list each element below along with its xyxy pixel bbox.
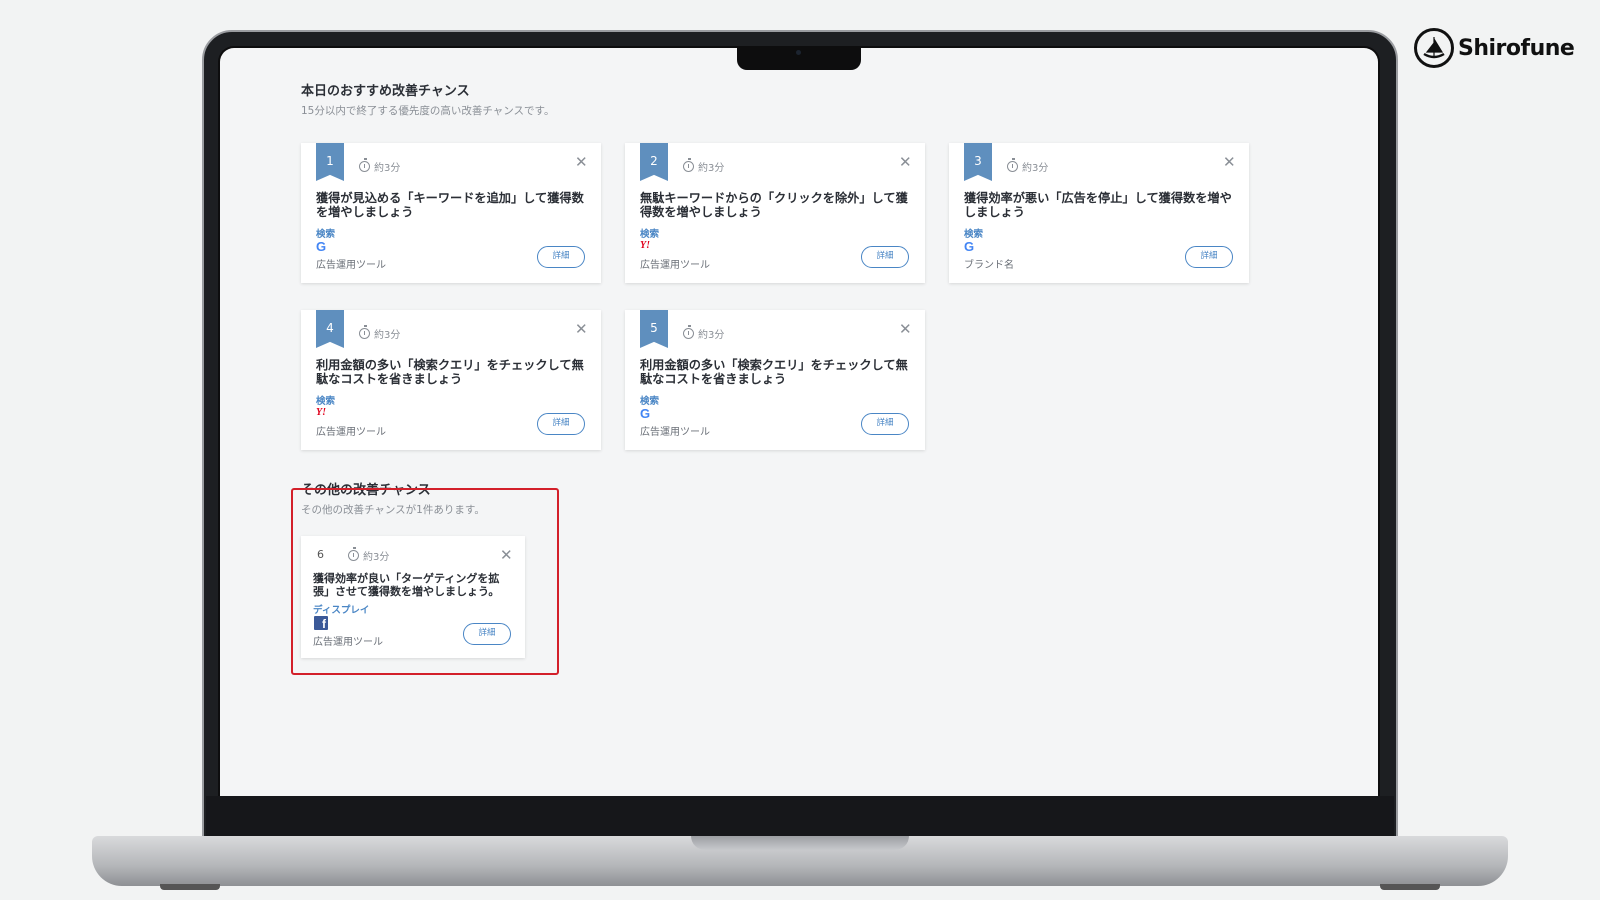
laptop-foot-left — [160, 884, 220, 890]
time-estimate: 約3分 — [359, 325, 401, 341]
category-label: 検索 — [640, 229, 660, 240]
yahoo-icon: Y! — [640, 240, 650, 251]
rank-ribbon: 3 — [964, 143, 992, 181]
google-icon: G — [964, 239, 975, 254]
card-title-line-1: 無駄キーワードからの「クリックを除外」して獲 — [640, 191, 908, 205]
close-icon[interactable]: ✕ — [1223, 155, 1236, 170]
laptop-foot-right — [1380, 884, 1440, 890]
card-title-line-1: 利用金額の多い「検索クエリ」をチェックして無 — [640, 358, 908, 372]
close-icon[interactable]: ✕ — [899, 322, 912, 337]
card-title-line-1: 利用金額の多い「検索クエリ」をチェックして無 — [316, 358, 584, 372]
google-icon: G — [316, 239, 327, 254]
stopwatch-icon — [1007, 158, 1018, 172]
opportunity-card-2[interactable]: 2 約3分 ✕ 無駄キーワードからの「クリックを除外」して獲 得数を増やしましょう… — [625, 143, 925, 283]
tool-label: ブランド名 — [964, 260, 1014, 271]
rank-ribbon: 1 — [316, 143, 344, 181]
card-title: 無駄キーワードからの「クリックを除外」して獲 得数を増やしましょう — [640, 191, 908, 219]
rank-ribbon: 2 — [640, 143, 668, 181]
brand-logo: Shirofune — [1414, 28, 1575, 68]
card-title: 利用金額の多い「検索クエリ」をチェックして無 駄なコストを省きましょう — [640, 358, 908, 386]
detail-button[interactable]: 詳細 — [861, 413, 909, 435]
stopwatch-icon — [359, 325, 370, 339]
opportunity-card-4[interactable]: 4 約3分 ✕ 利用金額の多い「検索クエリ」をチェックして無 駄なコストを省きまし… — [301, 310, 601, 450]
rank-ribbon: 4 — [316, 310, 344, 348]
card-title-line-2: 駄なコストを省きましょう — [640, 372, 787, 386]
opportunity-card-1[interactable]: 1 約3分 ✕ 獲得が見込める「キーワードを追加」して獲得数 を増やしましょう 検… — [301, 143, 601, 283]
card-title-line-1: 獲得効率が悪い「広告を停止」して獲得数を増や — [964, 191, 1232, 205]
time-estimate-label: 約3分 — [1022, 163, 1049, 174]
detail-button[interactable]: 詳細 — [537, 246, 585, 268]
detail-button[interactable]: 詳細 — [1185, 246, 1233, 268]
close-icon[interactable]: ✕ — [575, 155, 588, 170]
detail-button[interactable]: 詳細 — [861, 246, 909, 268]
tool-label: 広告運用ツール — [640, 427, 710, 438]
today-section-subtitle: 15分以内で終了する優先度の高い改善チャンスです。 — [301, 105, 555, 117]
brand-name: Shirofune — [1458, 35, 1575, 61]
card-title: 利用金額の多い「検索クエリ」をチェックして無 駄なコストを省きましょう — [316, 358, 584, 386]
time-estimate: 約3分 — [1007, 158, 1049, 174]
stopwatch-icon — [359, 158, 370, 172]
card-title-line-2: を増やしましょう — [316, 205, 414, 219]
card-title-line-2: 得数を増やしましょう — [640, 205, 762, 219]
time-estimate: 約3分 — [683, 325, 725, 341]
rank-ribbon: 5 — [640, 310, 668, 348]
time-estimate-label: 約3分 — [698, 163, 725, 174]
close-icon[interactable]: ✕ — [575, 322, 588, 337]
app-screen: 本日のおすすめ改善チャンス 15分以内で終了する優先度の高い改善チャンスです。 … — [220, 48, 1378, 796]
opportunity-card-3[interactable]: 3 約3分 ✕ 獲得効率が悪い「広告を停止」して獲得数を増や しましょう 検索 G… — [949, 143, 1249, 283]
time-estimate: 約3分 — [683, 158, 725, 174]
tool-label: 広告運用ツール — [316, 427, 386, 438]
stopwatch-icon — [683, 158, 694, 172]
close-icon[interactable]: ✕ — [899, 155, 912, 170]
time-estimate-label: 約3分 — [698, 330, 725, 341]
card-title: 獲得が見込める「キーワードを追加」して獲得数 を増やしましょう — [316, 191, 584, 219]
card-title-line-2: しましょう — [964, 205, 1025, 219]
laptop-opening-notch — [691, 836, 909, 850]
opportunity-card-5[interactable]: 5 約3分 ✕ 利用金額の多い「検索クエリ」をチェックして無 駄なコストを省きまし… — [625, 310, 925, 450]
card-title: 獲得効率が悪い「広告を停止」して獲得数を増や しましょう — [964, 191, 1232, 219]
google-icon: G — [640, 406, 651, 421]
category-label: 検索 — [640, 396, 660, 407]
category-label: 検索 — [964, 229, 984, 240]
boat-icon — [1414, 28, 1454, 68]
laptop-chin — [206, 796, 1394, 836]
category-label: 検索 — [316, 229, 336, 240]
today-section-title: 本日のおすすめ改善チャンス — [301, 84, 470, 99]
card-title-line-2: 駄なコストを省きましょう — [316, 372, 463, 386]
category-label: 検索 — [316, 396, 336, 407]
tool-label: 広告運用ツール — [316, 260, 386, 271]
detail-button[interactable]: 詳細 — [537, 413, 585, 435]
yahoo-icon: Y! — [316, 407, 326, 418]
camera-notch — [737, 46, 861, 70]
time-estimate-label: 約3分 — [374, 330, 401, 341]
card-title-line-1: 獲得が見込める「キーワードを追加」して獲得数 — [316, 191, 584, 205]
highlight-box — [291, 488, 559, 675]
stopwatch-icon — [683, 325, 694, 339]
time-estimate: 約3分 — [359, 158, 401, 174]
tool-label: 広告運用ツール — [640, 260, 710, 271]
camera-icon — [796, 50, 801, 55]
time-estimate-label: 約3分 — [374, 163, 401, 174]
